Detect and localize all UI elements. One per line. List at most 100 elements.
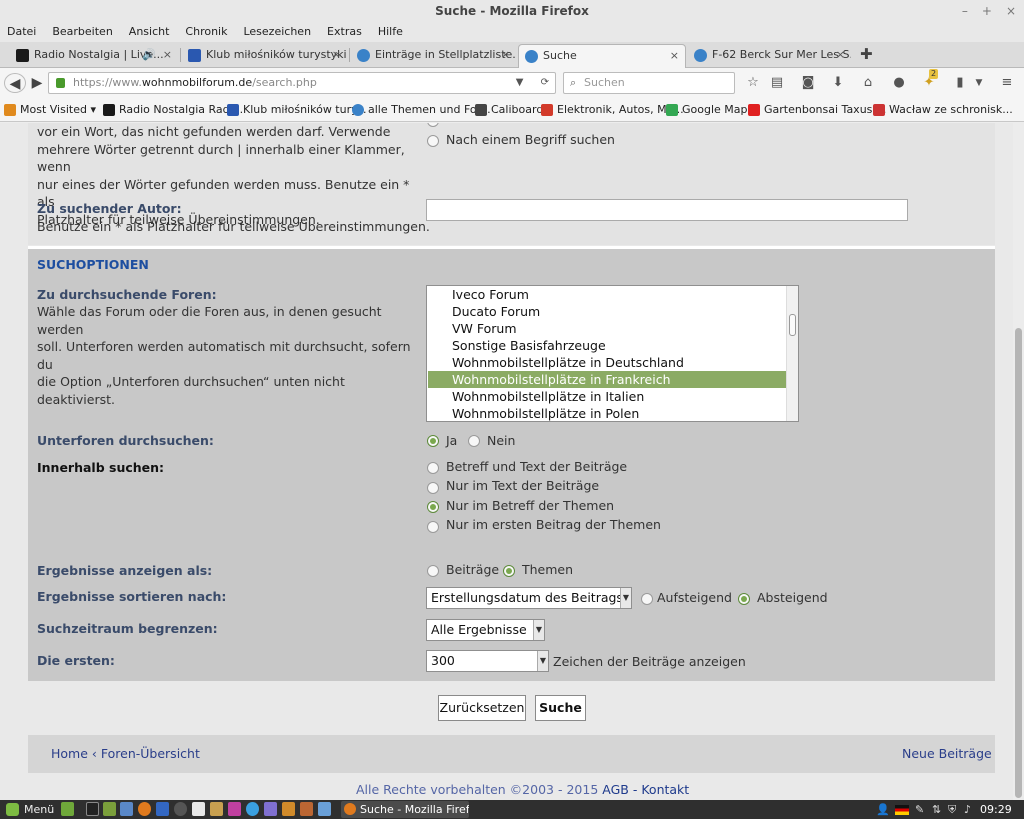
bookmark-google-maps[interactable]: Google Maps [666,102,753,118]
home-icon[interactable]: ⌂ [859,74,877,92]
skype-icon[interactable] [246,802,259,816]
forum-listbox[interactable]: Iveco Forum Ducato Forum VW Forum Sonsti… [426,285,799,422]
keyboard-layout-flag-icon[interactable] [895,805,909,815]
pocket-icon[interactable]: ◙ [799,74,817,92]
menu-lesezeichen[interactable]: Lesezeichen [243,22,311,42]
bookmark-caliboard[interactable]: Caliboard [475,102,543,118]
close-tab-icon[interactable]: × [163,44,172,66]
timeframe-select[interactable]: Alle Ergebnisse ▼ [426,619,545,641]
subforums-yes-radio[interactable] [427,435,439,447]
close-tab-icon[interactable]: × [836,44,845,66]
bookmark-most-visited[interactable]: Most Visited ▾ [4,102,96,118]
app-icon[interactable] [174,802,187,816]
within-subject-radio[interactable] [427,501,439,513]
addon-icon[interactable]: ✦ 2 [920,69,939,92]
bookmark-waclaw[interactable]: Wacław ze schronisk... [873,102,1013,118]
author-input[interactable] [426,199,908,221]
bookmark-star-icon[interactable]: ☆ [744,74,762,92]
close-tab-icon[interactable]: × [501,44,510,66]
forum-overview-link[interactable]: Foren-Übersicht [101,746,200,761]
tab-eintraege[interactable]: Einträge in Stellplatzliste... × [351,44,516,68]
menu-bearbeiten[interactable]: Bearbeiten [52,22,112,42]
back-icon[interactable]: ◀ [4,73,26,93]
hamburger-menu-icon[interactable]: ≡ [998,74,1016,92]
sort-select[interactable]: Erstellungsdatum des Beitrags ▼ [426,587,632,609]
app-icon[interactable] [264,802,277,816]
pen-icon[interactable]: ✎ [915,800,924,819]
listbox-scrollbar[interactable] [786,286,798,421]
page-scrollbar[interactable] [1013,123,1024,800]
page-scroll-thumb[interactable] [1015,328,1022,798]
within-first-post-radio[interactable] [427,521,439,533]
menu-datei[interactable]: Datei [7,22,36,42]
new-tab-icon[interactable]: ✚ [860,45,873,63]
url-bar[interactable]: https://www.wohnmobilforum.de/search.php… [48,72,556,94]
close-window-icon[interactable]: × [1006,0,1016,22]
dropdown-icon[interactable]: ▼ [516,77,524,88]
start-menu-button[interactable]: Menü [4,800,54,819]
within-text-radio[interactable] [427,482,439,494]
user-icon[interactable]: 👤 [876,800,890,819]
forum-option[interactable]: Ducato Forum [428,303,786,320]
sort-asc-radio[interactable] [641,593,653,605]
search-any-term-radio[interactable] [427,135,439,147]
app-icon[interactable] [120,802,133,816]
close-tab-icon[interactable]: × [670,45,679,67]
forum-option[interactable]: Wohnmobilstellplätze in Italien [428,388,786,405]
files-icon[interactable] [103,802,116,816]
forum-option[interactable]: VW Forum [428,320,786,337]
forum-option-selected[interactable]: Wohnmobilstellplätze in Frankreich [428,371,786,388]
volume-icon[interactable]: ♪ [964,800,971,819]
chat-icon[interactable]: ● [890,74,908,92]
app-icon[interactable] [210,802,223,816]
first-chars-select[interactable]: 300 ▼ [426,650,549,672]
taskbar-window-firefox[interactable]: Suche - Mozilla Firefox [341,801,469,818]
close-tab-icon[interactable]: × [332,44,341,66]
app-icon[interactable] [318,802,331,816]
agb-link[interactable]: AGB [602,782,629,797]
firefox-icon[interactable] [138,802,151,816]
subforums-no-radio[interactable] [468,435,480,447]
forum-option[interactable]: Iveco Forum [428,286,786,303]
editor-icon[interactable] [192,802,205,816]
speaker-icon[interactable]: 🔊 [142,44,156,66]
listbox-scroll-thumb[interactable] [789,314,796,336]
forum-option[interactable]: Wohnmobilstellplätze in Polen [428,405,786,421]
menu-extras[interactable]: Extras [327,22,362,42]
search-bar[interactable]: ⌕ Suchen [563,72,735,94]
app-icon[interactable] [228,802,241,816]
download-icon[interactable]: ⬇ [829,74,847,92]
tab-klub[interactable]: Klub miłośników turystyki ... × [182,44,347,68]
network-icon[interactable]: ⇅ [932,800,941,819]
shield-icon[interactable]: ⛨ [948,800,956,819]
clipboard-icon[interactable]: ▮ [951,74,969,92]
bookmark-elektronik[interactable]: Elektronik, Autos, Mo... [541,102,684,118]
show-desktop-icon[interactable] [61,802,74,816]
menu-ansicht[interactable]: Ansicht [129,22,170,42]
app-icon[interactable] [300,802,313,816]
display-topics-radio[interactable] [503,565,515,577]
display-posts-radio[interactable] [427,565,439,577]
menu-chronik[interactable]: Chronik [185,22,227,42]
reload-icon[interactable]: ⟳ [541,77,549,88]
kontakt-link[interactable]: Kontakt [641,782,689,797]
reset-button[interactable]: Zurücksetzen [438,695,526,721]
terminal-icon[interactable] [86,802,99,816]
bookmark-gartenbonsai[interactable]: Gartenbonsai Taxus ... [748,102,886,118]
forward-icon[interactable]: ▶ [26,73,48,93]
app-icon[interactable] [282,802,295,816]
forum-option[interactable]: Sonstige Basisfahrzeuge [428,337,786,354]
within-subject-text-radio[interactable] [427,462,439,474]
app-icon[interactable] [156,802,169,816]
home-link[interactable]: Home [51,746,88,761]
maximize-icon[interactable]: + [982,0,992,22]
search-submit-button[interactable]: Suche [535,695,586,721]
bookmark-klub[interactable]: Klub miłośników tury... [227,102,367,118]
bookmark-alle-themen[interactable]: alle Themen und For... [352,102,491,118]
tab-berck[interactable]: F-62 Berck Sur Mer Les S... × [688,44,851,68]
new-posts-link[interactable]: Neue Beiträge [902,746,992,761]
forum-option[interactable]: Wohnmobilstellplätze in Deutschland [428,354,786,371]
sort-desc-radio[interactable] [738,593,750,605]
menu-hilfe[interactable]: Hilfe [378,22,403,42]
bookmarks-menu-icon[interactable]: ▤ [768,74,786,92]
